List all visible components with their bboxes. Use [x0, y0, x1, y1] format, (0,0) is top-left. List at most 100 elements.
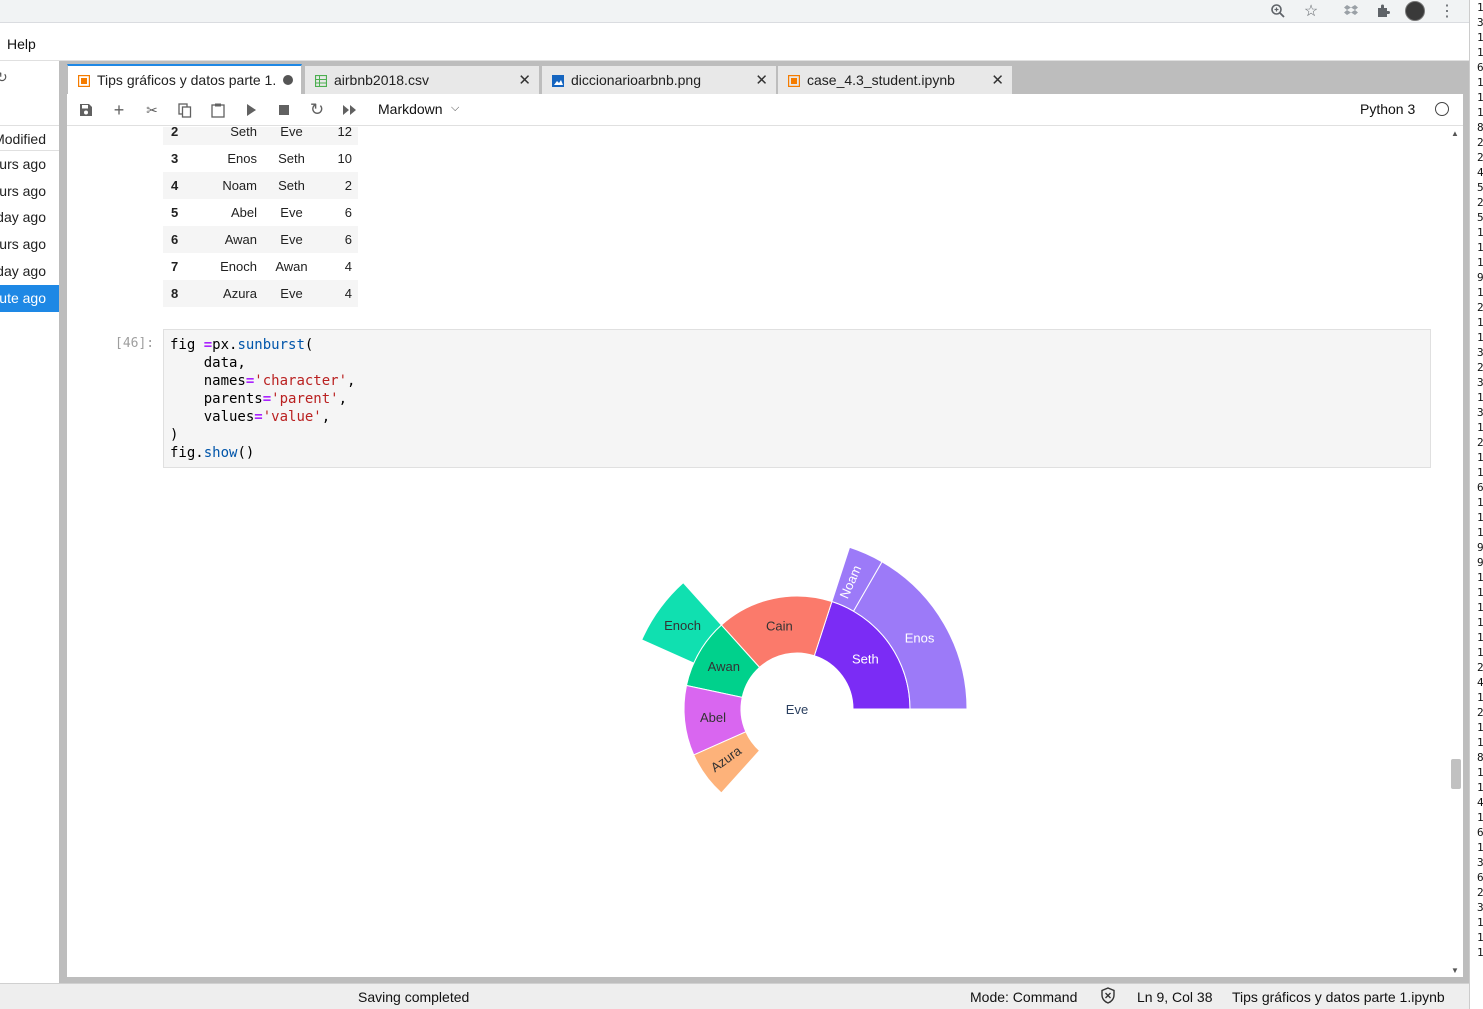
row-index: 5: [171, 205, 179, 220]
file-list-item[interactable]: urs ago: [0, 178, 59, 205]
cursor-position[interactable]: Ln 9, Col 38: [1137, 989, 1213, 1005]
file-modified-time: day ago: [0, 263, 46, 279]
add-cell-icon[interactable]: +: [107, 98, 131, 122]
edge-character: 1: [1477, 766, 1483, 779]
kernel-name[interactable]: Python 3: [1360, 101, 1415, 117]
restart-kernel-icon[interactable]: ↻: [305, 98, 329, 122]
tab-label: diccionarioarbnb.png: [571, 72, 701, 88]
sunburst-root-label: Eve: [786, 702, 808, 717]
edge-character: 1: [1477, 286, 1483, 299]
edge-character: 1: [1477, 916, 1483, 929]
edge-character: 6: [1477, 481, 1483, 494]
save-icon[interactable]: [74, 98, 98, 122]
code-line: parents='parent',: [170, 390, 355, 408]
value-cell: 4: [320, 280, 358, 307]
browser-toolbar: ☆ ⋮: [0, 0, 1469, 23]
code-token: show: [203, 445, 238, 461]
code-token: (: [304, 337, 314, 353]
sunburst-chart[interactable]: SethEnosNoamCainAwanEnochAbelAzuraEve: [67, 487, 1448, 977]
edge-character: 1: [1477, 256, 1483, 269]
scroll-up-arrow-icon[interactable]: ▲: [1451, 129, 1459, 138]
tab-tips-graficos[interactable]: Tips gráficos y datos parte 1.: [67, 64, 302, 94]
file-modified-time: day ago: [0, 209, 46, 225]
code-token: px.: [212, 337, 238, 353]
edge-character: 6: [1477, 61, 1483, 74]
code-token: ,: [347, 373, 356, 389]
notebook-icon: [77, 74, 91, 88]
file-modified-time: urs ago: [0, 236, 46, 252]
file-browser-column-header[interactable]: Modified: [0, 125, 59, 151]
code-text[interactable]: fig =px.sunburst( data, names='character…: [170, 336, 355, 462]
mode-indicator[interactable]: Mode: Command: [970, 989, 1077, 1005]
chevron-down-icon[interactable]: ⌵: [451, 102, 459, 115]
edge-character: 1: [1477, 586, 1483, 599]
edge-character: 3: [1477, 376, 1483, 389]
edge-character: 1: [1477, 571, 1483, 584]
bookmark-star-icon[interactable]: ☆: [1299, 0, 1323, 22]
tab-airbnb2018-csv[interactable]: airbnb2018.csv ✕: [304, 65, 540, 94]
edge-character: 1: [1477, 646, 1483, 659]
cell-type-select[interactable]: Markdown: [378, 101, 443, 117]
copy-icon[interactable]: [173, 98, 197, 122]
edge-character: 2: [1477, 151, 1483, 164]
edge-character: 1: [1477, 631, 1483, 644]
parent-cell: Eve: [280, 205, 303, 220]
cut-icon[interactable]: ✂: [140, 98, 164, 122]
file-list-item-selected[interactable]: ute ago: [0, 285, 59, 312]
notebook-toolbar: + ✂ ↻ Markdown ⌵ Python 3: [67, 94, 1463, 126]
tab-case-4-3-student[interactable]: case_4.3_student.ipynb ✕: [777, 65, 1013, 94]
profile-avatar[interactable]: [1403, 0, 1427, 22]
edge-character: 2: [1477, 661, 1483, 674]
close-tab-icon[interactable]: ✕: [755, 71, 768, 89]
edge-character: 1: [1477, 466, 1483, 479]
file-modified-time: ute ago: [0, 290, 46, 306]
fast-forward-icon[interactable]: [338, 98, 362, 122]
tab-diccionarioarbnb-png[interactable]: diccionarioarbnb.png ✕: [541, 65, 777, 94]
kernel-status-icon[interactable]: [1435, 102, 1449, 116]
edge-character: 1: [1477, 451, 1483, 464]
file-list-item[interactable]: day ago: [0, 204, 59, 231]
file-list-item[interactable]: urs ago: [0, 151, 59, 178]
close-tab-icon[interactable]: ✕: [518, 71, 531, 89]
refresh-icon[interactable]: ↻: [0, 69, 8, 86]
code-cell-editor[interactable]: fig =px.sunburst( data, names='character…: [163, 329, 1431, 468]
code-token: values: [170, 409, 255, 425]
table-row: 4 Noam Seth 2: [163, 172, 358, 199]
zoom-icon[interactable]: [1266, 0, 1290, 22]
edge-character: 1: [1477, 601, 1483, 614]
code-token: data,: [170, 355, 246, 371]
code-line: names='character',: [170, 372, 356, 390]
image-icon: [552, 74, 564, 87]
stop-icon[interactable]: [272, 98, 296, 122]
code-line: data,: [170, 354, 355, 372]
extensions-puzzle-icon[interactable]: [1371, 0, 1395, 22]
scroll-down-arrow-icon[interactable]: ▼: [1451, 966, 1459, 975]
edge-character: 3: [1477, 856, 1483, 869]
edge-character: 1: [1477, 691, 1483, 704]
table-row: 2 Seth Eve 12: [163, 127, 358, 145]
scrollbar-thumb[interactable]: [1451, 759, 1461, 789]
row-index: 4: [163, 172, 203, 199]
browser-menu-icon[interactable]: ⋮: [1435, 0, 1459, 22]
edge-character: 8: [1477, 751, 1483, 764]
character-cell: Azura: [203, 280, 263, 307]
file-list-item[interactable]: day ago: [0, 258, 59, 285]
parent-cell: Eve: [263, 127, 320, 145]
vertical-scrollbar[interactable]: ▲ ▼: [1448, 127, 1463, 977]
dropbox-icon[interactable]: [1339, 0, 1363, 22]
paste-icon[interactable]: [206, 98, 230, 122]
edge-character: 1: [1477, 421, 1483, 434]
menu-help[interactable]: Help: [7, 36, 36, 52]
edge-character: 1: [1477, 226, 1483, 239]
run-icon[interactable]: [239, 98, 263, 122]
edge-character: 3: [1477, 901, 1483, 914]
code-token: fig.: [170, 445, 204, 461]
edge-character: 1: [1477, 496, 1483, 509]
unsaved-dot-icon[interactable]: [283, 75, 293, 85]
character-cell: Noam: [203, 172, 263, 199]
notebook-content[interactable]: 2 Seth Eve 12 3 Enos Seth 10 4 Noam Seth 2 5 Abel Eve 6…: [67, 127, 1448, 977]
file-list-item[interactable]: urs ago: [0, 231, 59, 258]
trusted-shield-icon[interactable]: [1100, 987, 1116, 1007]
table-row: 5 Abel Eve 6: [163, 199, 358, 226]
close-tab-icon[interactable]: ✕: [991, 71, 1004, 89]
